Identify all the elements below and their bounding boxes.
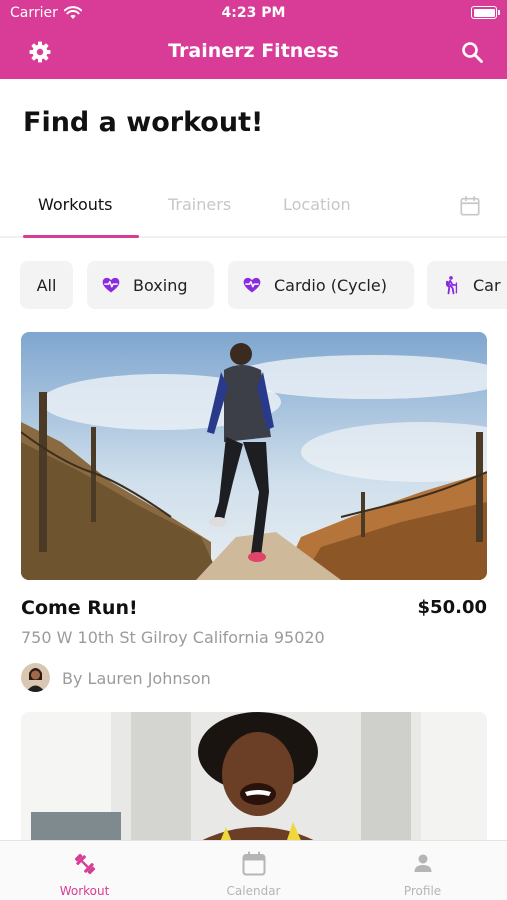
workout-title[interactable]: Come Run!: [21, 597, 138, 619]
status-time: 4:23 PM: [221, 5, 286, 21]
chip-boxing[interactable]: Boxing: [87, 261, 214, 309]
tab-workouts[interactable]: Workouts: [38, 195, 112, 214]
tab-workout[interactable]: Workout: [0, 841, 169, 900]
active-tab-indicator: [23, 235, 139, 238]
chip-label: Boxing: [133, 275, 188, 295]
person-icon: [414, 854, 432, 872]
avatar[interactable]: [21, 663, 50, 692]
bottom-tab-bar: Workout Calendar Profile: [0, 840, 507, 900]
app-title: Trainerz Fitness: [168, 40, 339, 62]
calendar-icon: [242, 851, 266, 876]
navigation-bar: Carrier 4:23 PM Trainerz Fitness: [0, 0, 507, 79]
tab-location[interactable]: Location: [283, 195, 351, 214]
tab-trainers[interactable]: Trainers: [168, 195, 231, 214]
status-bar: Carrier 4:23 PM: [0, 0, 507, 28]
search-button[interactable]: [458, 38, 486, 66]
tab-label: Workout: [59, 884, 110, 898]
tab-label: Calendar: [226, 884, 281, 898]
battery-icon: [471, 6, 500, 19]
tab-label: Profile: [403, 884, 442, 898]
heartbeat-icon: [102, 277, 120, 293]
category-filter-chips: All Boxing Cardio (Cycle) Car: [20, 261, 507, 309]
hiking-icon: [446, 276, 458, 295]
workout-image[interactable]: [21, 712, 487, 852]
chip-label: Car: [473, 275, 501, 295]
tab-profile[interactable]: Profile: [338, 841, 507, 900]
workout-address: 750 W 10th St Gilroy California 95020: [21, 628, 325, 647]
calendar-icon[interactable]: [459, 195, 481, 217]
chip-label: All: [36, 275, 57, 295]
workout-price: $50.00: [417, 597, 487, 618]
workout-image[interactable]: [21, 332, 487, 580]
dumbbell-icon: [74, 853, 96, 875]
trainer-name: By Lauren Johnson: [62, 669, 211, 688]
workout-photo: [21, 712, 487, 852]
segment-tabs: Workouts Trainers Location: [0, 176, 507, 238]
heartbeat-icon: [243, 277, 261, 293]
search-icon: [462, 42, 483, 63]
chip-car[interactable]: Car: [427, 261, 507, 309]
chip-label: Cardio (Cycle): [274, 275, 387, 295]
chip-all[interactable]: All: [20, 261, 73, 309]
runner-photo: [21, 332, 487, 580]
tab-calendar[interactable]: Calendar: [169, 841, 338, 900]
chip-cardio-cycle[interactable]: Cardio (Cycle): [228, 261, 414, 309]
page-title: Find a workout!: [23, 107, 264, 138]
trainer-photo: [21, 663, 50, 692]
